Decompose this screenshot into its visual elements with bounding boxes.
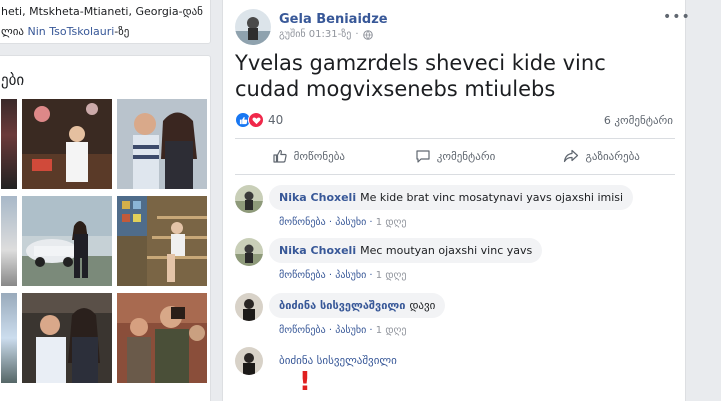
commenter-avatar[interactable] bbox=[235, 347, 263, 375]
post-meta: გუშინ 01:31-ზე · bbox=[279, 29, 373, 40]
comment-text: დავი bbox=[409, 299, 436, 312]
comment-icon bbox=[416, 150, 430, 163]
share-button[interactable]: გაზიარება bbox=[528, 139, 675, 173]
love-icon bbox=[248, 112, 264, 128]
post-author-name[interactable]: Gela Beniaidze bbox=[279, 12, 388, 27]
intro-relationship-prefix: ლია bbox=[1, 25, 28, 38]
comment-button-label: კომენტარი bbox=[436, 149, 496, 163]
photo-thumbnail[interactable] bbox=[1, 293, 17, 383]
comment-button[interactable]: კომენტარი bbox=[382, 139, 529, 173]
commenter-avatar[interactable] bbox=[235, 185, 263, 213]
meta-separator: · bbox=[355, 29, 359, 40]
intro-location-line: heti, Mtskheta-Mtianeti, Georgia-დან bbox=[1, 5, 203, 18]
share-icon bbox=[564, 149, 579, 163]
photos-card: ები bbox=[0, 55, 211, 401]
comment-meta: მოწონება · პასუხი · 1 დღე bbox=[279, 270, 407, 281]
commenter-avatar[interactable] bbox=[235, 238, 263, 266]
post-more-options-icon[interactable]: ••• bbox=[663, 9, 691, 25]
intro-relationship-suffix: -ზე bbox=[114, 25, 130, 38]
comment-like-link[interactable]: მოწონება bbox=[279, 270, 326, 281]
commenter-name[interactable]: ბიძინა სისველაშვილი bbox=[279, 299, 405, 312]
photo-thumbnail[interactable] bbox=[117, 99, 207, 189]
comment-like-link[interactable]: მოწონება bbox=[279, 217, 326, 228]
comment-time[interactable]: 1 დღე bbox=[376, 325, 407, 336]
post-timestamp[interactable]: გუშინ 01:31-ზე bbox=[279, 29, 351, 40]
comment-text: Mec moutyan ojaxshi vinc yavs bbox=[360, 244, 533, 257]
comment-reply-link[interactable]: პასუხი bbox=[335, 217, 366, 228]
author-avatar[interactable] bbox=[235, 9, 271, 45]
like-button[interactable]: მოწონება bbox=[235, 139, 382, 173]
facebook-page: heti, Mtskheta-Mtianeti, Georgia-დან ლია… bbox=[0, 0, 721, 401]
comments-count[interactable]: 6 კომენტარი bbox=[604, 114, 673, 127]
photo-thumbnail[interactable] bbox=[22, 293, 112, 383]
like-button-label: მოწონება bbox=[293, 149, 346, 163]
thumbs-up-icon bbox=[273, 149, 287, 163]
comment-bubble: ბიძინა სისველაშვილი დავი bbox=[269, 293, 446, 318]
comment-reply-link[interactable]: პასუხი bbox=[335, 270, 366, 281]
post-actions: მოწონება კომენტარი გაზიარება bbox=[235, 139, 675, 173]
intro-location-text: heti, Mtskheta-Mtianeti, Georgia-დან bbox=[1, 5, 203, 18]
photo-thumbnail[interactable] bbox=[22, 196, 112, 286]
comment-reply-link[interactable]: პასუხი bbox=[335, 325, 366, 336]
divider bbox=[235, 174, 675, 175]
intro-card: heti, Mtskheta-Mtianeti, Georgia-დან ლია… bbox=[0, 0, 211, 44]
photo-thumbnail[interactable] bbox=[22, 99, 112, 189]
comment-text: Me kide brat vinc mosatynavi yavs ojaxsh… bbox=[360, 191, 624, 204]
commenter-avatar[interactable] bbox=[235, 293, 263, 321]
commenter-name[interactable]: ბიძინა სისველაშვილი bbox=[279, 354, 397, 367]
comment-meta: მოწონება · პასუხი · 1 დღე bbox=[279, 217, 407, 228]
post-card: Gela Beniaidze გუშინ 01:31-ზე · ••• Yvel… bbox=[222, 0, 690, 401]
photo-thumbnail[interactable] bbox=[117, 293, 207, 383]
share-button-label: გაზიარება bbox=[585, 149, 640, 163]
comment-time[interactable]: 1 დღე bbox=[376, 270, 407, 281]
photo-thumbnail[interactable] bbox=[117, 196, 207, 286]
photo-thumbnail[interactable] bbox=[1, 196, 17, 286]
comment-meta: მოწონება · პასუხი · 1 დღე bbox=[279, 325, 407, 336]
reaction-count: 40 bbox=[268, 113, 284, 127]
reactions-summary[interactable]: 40 bbox=[235, 112, 283, 128]
exclamation-sticker: ! bbox=[299, 367, 311, 397]
commenter-name[interactable]: Nika Choxeli bbox=[279, 191, 356, 204]
intro-relationship-link[interactable]: Nin TsoTskolauri bbox=[28, 25, 115, 38]
intro-relationship-line: ლია Nin TsoTskolauri-ზე bbox=[1, 25, 129, 38]
comment-bubble: Nika Choxeli Me kide brat vinc mosatynavi… bbox=[269, 185, 634, 210]
comment-time[interactable]: 1 დღე bbox=[376, 217, 407, 228]
post-text: Yvelas gamzrdels sheveci kide vinc cudad… bbox=[235, 51, 606, 101]
photo-thumbnail[interactable] bbox=[1, 99, 17, 189]
comment-bubble: Nika Choxeli Mec moutyan ojaxshi vinc yav… bbox=[269, 238, 543, 263]
photos-title[interactable]: ები bbox=[1, 71, 24, 89]
comment-like-link[interactable]: მოწონება bbox=[279, 325, 326, 336]
globe-icon[interactable] bbox=[362, 29, 373, 40]
commenter-name[interactable]: Nika Choxeli bbox=[279, 244, 356, 257]
